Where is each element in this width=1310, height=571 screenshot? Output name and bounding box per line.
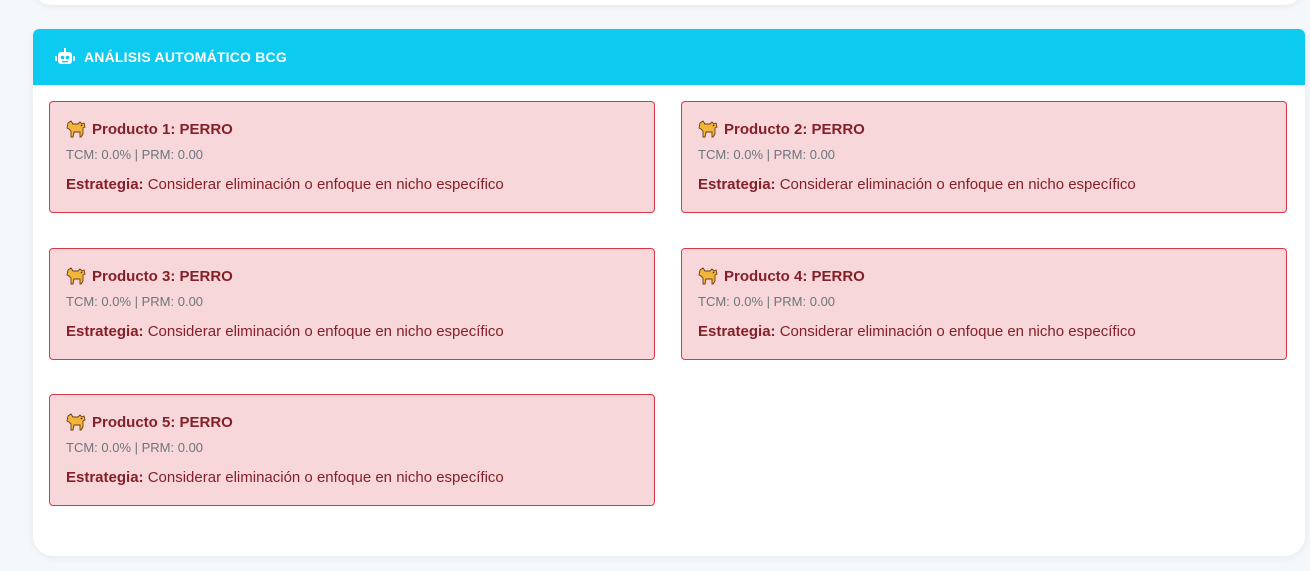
dog-icon (66, 267, 86, 285)
strategy-text: Considerar eliminación o enfoque en nich… (775, 323, 1136, 340)
dog-icon (698, 120, 718, 138)
previous-card-bottom (33, 0, 1303, 5)
product-title: Producto 2: PERRO (724, 120, 865, 138)
robot-icon (55, 48, 75, 66)
panel-header: ANÁLISIS AUTOMÁTICO BCG (33, 29, 1305, 85)
strategy-text: Considerar eliminación o enfoque en nich… (143, 323, 504, 340)
strategy-text: Considerar eliminación o enfoque en nich… (143, 176, 504, 193)
product-title-row: Producto 4: PERRO (698, 266, 1270, 286)
strategy-label: Estrategia: (66, 469, 144, 486)
product-title-row: Producto 5: PERRO (66, 412, 638, 432)
product-strategy: Estrategia: Considerar eliminación o enf… (66, 176, 638, 193)
product-metrics: TCM: 0.0% | PRM: 0.00 (698, 294, 836, 309)
product-card: Producto 3: PERRO TCM: 0.0% | PRM: 0.00 … (49, 248, 655, 360)
product-title-row: Producto 2: PERRO (698, 119, 1270, 139)
strategy-label: Estrategia: (698, 176, 776, 193)
product-title: Producto 1: PERRO (92, 120, 233, 138)
product-card: Producto 4: PERRO TCM: 0.0% | PRM: 0.00 … (681, 248, 1287, 360)
strategy-label: Estrategia: (66, 176, 144, 193)
product-strategy: Estrategia: Considerar eliminación o enf… (66, 323, 638, 340)
bcg-analysis-panel: ANÁLISIS AUTOMÁTICO BCG Producto 1: PERR… (33, 29, 1305, 556)
product-strategy: Estrategia: Considerar eliminación o enf… (698, 323, 1270, 340)
product-metrics: TCM: 0.0% | PRM: 0.00 (698, 147, 836, 162)
dog-icon (66, 120, 86, 138)
product-metrics: TCM: 0.0% | PRM: 0.00 (66, 147, 204, 162)
product-title: Producto 5: PERRO (92, 413, 233, 431)
strategy-label: Estrategia: (698, 323, 776, 340)
product-card: Producto 5: PERRO TCM: 0.0% | PRM: 0.00 … (49, 394, 655, 506)
product-title: Producto 3: PERRO (92, 267, 233, 285)
product-strategy: Estrategia: Considerar eliminación o enf… (66, 469, 638, 486)
product-metrics: TCM: 0.0% | PRM: 0.00 (66, 440, 204, 455)
product-strategy: Estrategia: Considerar eliminación o enf… (698, 176, 1270, 193)
product-card: Producto 2: PERRO TCM: 0.0% | PRM: 0.00 … (681, 101, 1287, 213)
product-card: Producto 1: PERRO TCM: 0.0% | PRM: 0.00 … (49, 101, 655, 213)
strategy-text: Considerar eliminación o enfoque en nich… (143, 469, 504, 486)
product-title-row: Producto 1: PERRO (66, 119, 638, 139)
product-title-row: Producto 3: PERRO (66, 266, 638, 286)
product-title: Producto 4: PERRO (724, 267, 865, 285)
panel-title: ANÁLISIS AUTOMÁTICO BCG (84, 49, 287, 65)
dog-icon (66, 413, 86, 431)
product-metrics: TCM: 0.0% | PRM: 0.00 (66, 294, 204, 309)
strategy-text: Considerar eliminación o enfoque en nich… (775, 176, 1136, 193)
dog-icon (698, 267, 718, 285)
strategy-label: Estrategia: (66, 323, 144, 340)
